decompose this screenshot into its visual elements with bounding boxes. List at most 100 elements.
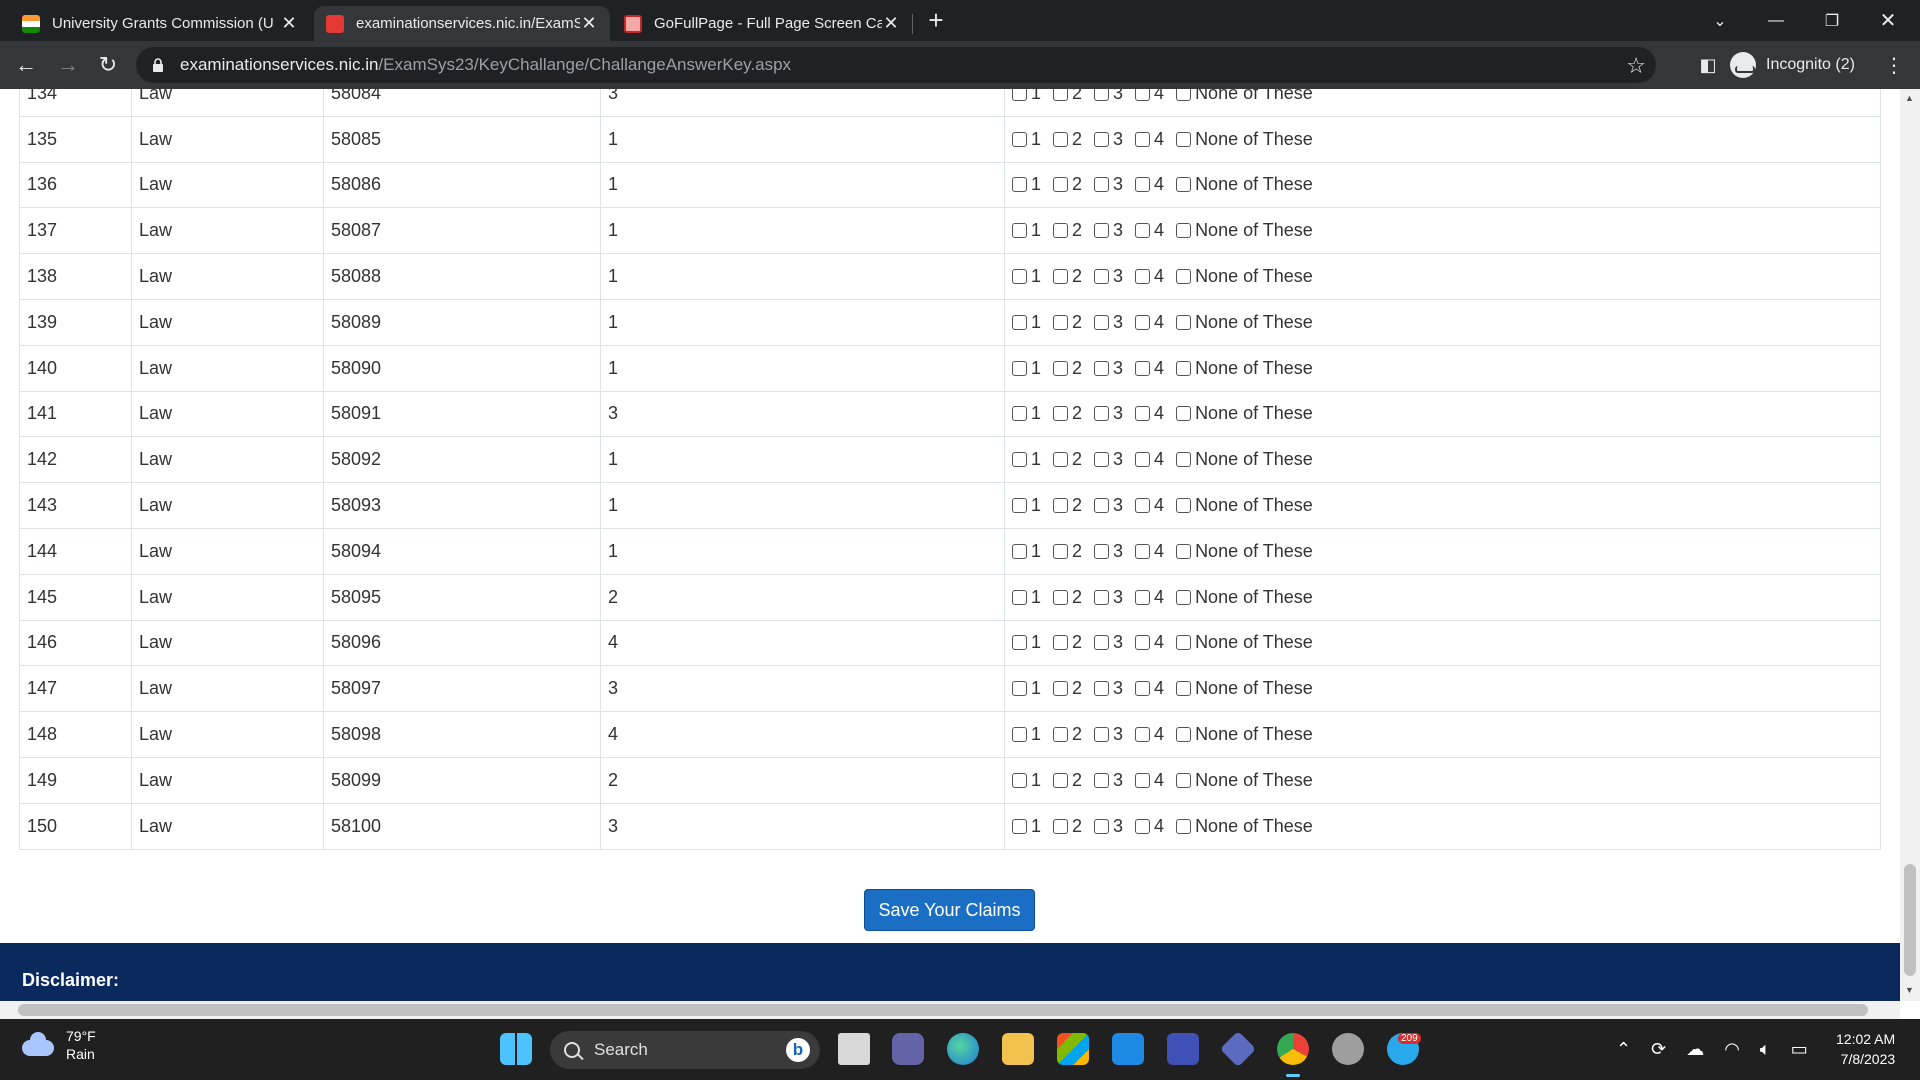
mail-icon[interactable] — [1112, 1033, 1144, 1065]
checkbox-box[interactable] — [1053, 589, 1069, 605]
option-checkbox[interactable]: 4 — [1135, 678, 1164, 699]
option-checkbox[interactable]: 2 — [1053, 129, 1082, 150]
incognito-indicator[interactable]: Incognito (2) — [1730, 47, 1855, 83]
checkbox-box[interactable] — [1135, 131, 1151, 147]
option-checkbox[interactable]: 1 — [1012, 312, 1041, 333]
save-claims-button[interactable]: Save Your Claims — [864, 889, 1035, 931]
option-checkbox[interactable]: 4 — [1135, 495, 1164, 516]
new-tab-button[interactable]: + — [908, 0, 964, 41]
checkbox-box[interactable] — [1135, 314, 1151, 330]
checkbox-box[interactable] — [1135, 177, 1151, 193]
checkbox-box[interactable] — [1135, 89, 1151, 101]
checkbox-box[interactable] — [1176, 543, 1192, 559]
checkbox-box[interactable] — [1012, 498, 1027, 514]
option-checkbox[interactable]: 1 — [1012, 89, 1041, 104]
vector-app-icon[interactable] — [1167, 1033, 1199, 1065]
option-checkbox[interactable]: 3 — [1094, 220, 1123, 241]
tab-search-chevron-icon[interactable]: ⌄ — [1692, 0, 1748, 41]
option-checkbox[interactable]: 2 — [1053, 312, 1082, 333]
checkbox-box[interactable] — [1012, 727, 1027, 743]
checkbox-box[interactable] — [1135, 406, 1151, 422]
checkbox-box[interactable] — [1012, 89, 1027, 101]
checkbox-box[interactable] — [1176, 406, 1192, 422]
tab-gofullpage[interactable]: GoFullPage - Full Page Screen Ca ✕ — [612, 6, 912, 41]
checkbox-box[interactable] — [1176, 681, 1192, 697]
option-checkbox[interactable]: 1 — [1012, 587, 1041, 608]
checkbox-box[interactable] — [1135, 543, 1151, 559]
task-view-icon[interactable] — [838, 1033, 870, 1065]
checkbox-box[interactable] — [1012, 818, 1027, 834]
option-checkbox[interactable]: None of These — [1176, 587, 1313, 608]
option-checkbox[interactable]: 3 — [1094, 129, 1123, 150]
option-checkbox[interactable]: 4 — [1135, 312, 1164, 333]
option-checkbox[interactable]: 4 — [1135, 816, 1164, 837]
checkbox-box[interactable] — [1053, 89, 1069, 101]
scroll-thumb[interactable] — [1904, 864, 1916, 976]
windows-start-icon[interactable] — [500, 1033, 532, 1065]
microsoft-store-icon[interactable] — [1057, 1033, 1089, 1065]
minimize-button[interactable]: — — [1748, 0, 1804, 41]
copilot-icon[interactable] — [1219, 1030, 1257, 1068]
wifi-icon[interactable]: ◠ — [1724, 1039, 1740, 1060]
checkbox-box[interactable] — [1176, 635, 1192, 651]
option-checkbox[interactable]: 4 — [1135, 403, 1164, 424]
bing-icon[interactable]: b — [786, 1038, 810, 1062]
scroll-up-arrow-icon[interactable]: ▲ — [1905, 93, 1914, 103]
checkbox-box[interactable] — [1012, 772, 1027, 788]
option-checkbox[interactable]: None of These — [1176, 129, 1313, 150]
option-checkbox[interactable]: 1 — [1012, 495, 1041, 516]
option-checkbox[interactable]: None of These — [1176, 449, 1313, 470]
side-panel-icon[interactable]: ◧ — [1692, 49, 1724, 81]
address-bar[interactable]: examinationservices.nic.in/ExamSys23/Key… — [136, 47, 1656, 83]
option-checkbox[interactable]: 1 — [1012, 220, 1041, 241]
option-checkbox[interactable]: 2 — [1053, 358, 1082, 379]
checkbox-box[interactable] — [1012, 681, 1027, 697]
lock-icon[interactable] — [150, 57, 166, 73]
checkbox-box[interactable] — [1094, 681, 1110, 697]
restore-button[interactable]: ❐ — [1804, 0, 1860, 41]
checkbox-box[interactable] — [1094, 131, 1110, 147]
option-checkbox[interactable]: 3 — [1094, 816, 1123, 837]
teams-chat-icon[interactable] — [892, 1033, 924, 1065]
option-checkbox[interactable]: 2 — [1053, 266, 1082, 287]
option-checkbox[interactable]: 3 — [1094, 449, 1123, 470]
option-checkbox[interactable]: 1 — [1012, 541, 1041, 562]
option-checkbox[interactable]: 2 — [1053, 89, 1082, 104]
close-icon[interactable]: ✕ — [882, 13, 900, 34]
file-explorer-icon[interactable] — [1002, 1033, 1034, 1065]
option-checkbox[interactable]: None of These — [1176, 403, 1313, 424]
checkbox-box[interactable] — [1012, 543, 1027, 559]
checkbox-box[interactable] — [1135, 452, 1151, 468]
checkbox-box[interactable] — [1094, 223, 1110, 239]
bookmark-star-icon[interactable]: ☆ — [1626, 53, 1646, 79]
close-window-button[interactable]: ✕ — [1860, 0, 1916, 41]
option-checkbox[interactable]: 1 — [1012, 770, 1041, 791]
option-checkbox[interactable]: 4 — [1135, 541, 1164, 562]
option-checkbox[interactable]: 4 — [1135, 632, 1164, 653]
horizontal-scrollbar[interactable] — [0, 1001, 1900, 1019]
option-checkbox[interactable]: 3 — [1094, 632, 1123, 653]
option-checkbox[interactable]: 3 — [1094, 403, 1123, 424]
checkbox-box[interactable] — [1012, 131, 1027, 147]
option-checkbox[interactable]: 2 — [1053, 403, 1082, 424]
option-checkbox[interactable]: 1 — [1012, 129, 1041, 150]
checkbox-box[interactable] — [1176, 452, 1192, 468]
checkbox-box[interactable] — [1094, 360, 1110, 376]
checkbox-box[interactable] — [1094, 177, 1110, 193]
checkbox-box[interactable] — [1053, 635, 1069, 651]
option-checkbox[interactable]: 3 — [1094, 312, 1123, 333]
checkbox-box[interactable] — [1176, 818, 1192, 834]
option-checkbox[interactable]: None of These — [1176, 495, 1313, 516]
url-text[interactable]: examinationservices.nic.in/ExamSys23/Key… — [180, 55, 791, 75]
checkbox-box[interactable] — [1176, 131, 1192, 147]
back-button[interactable]: ← — [10, 49, 42, 81]
checkbox-box[interactable] — [1053, 269, 1069, 285]
option-checkbox[interactable]: None of These — [1176, 632, 1313, 653]
option-checkbox[interactable]: 2 — [1053, 449, 1082, 470]
checkbox-box[interactable] — [1176, 223, 1192, 239]
checkbox-box[interactable] — [1094, 727, 1110, 743]
option-checkbox[interactable]: 3 — [1094, 89, 1123, 104]
forward-button[interactable]: → — [52, 49, 84, 81]
checkbox-box[interactable] — [1176, 727, 1192, 743]
option-checkbox[interactable]: 4 — [1135, 449, 1164, 470]
